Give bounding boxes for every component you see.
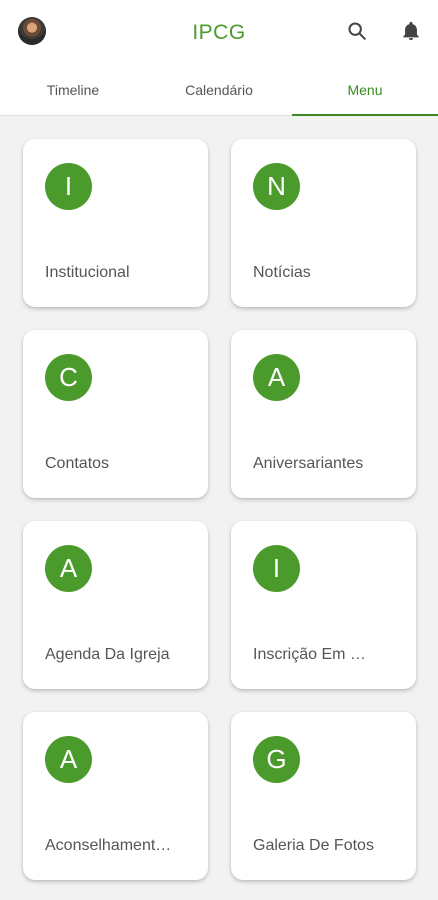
menu-card-agenda[interactable]: A Agenda Da Igreja — [23, 521, 208, 689]
menu-card-label: Agenda Da Igreja — [45, 646, 170, 663]
initial-badge: I — [253, 545, 300, 592]
menu-card-institucional[interactable]: I Institucional — [23, 139, 208, 307]
menu-card-label: Inscrição Em … — [253, 646, 366, 663]
initial-badge: I — [45, 163, 92, 210]
app-bar: IPCG — [0, 0, 438, 64]
tab-menu[interactable]: Menu — [292, 64, 438, 116]
bell-icon[interactable] — [398, 18, 424, 44]
menu-grid: I Institucional N Notícias C Contatos A … — [23, 139, 416, 880]
initial-badge: N — [253, 163, 300, 210]
menu-card-aconselhamento[interactable]: A Aconselhament… — [23, 712, 208, 880]
menu-card-contatos[interactable]: C Contatos — [23, 330, 208, 498]
menu-card-noticias[interactable]: N Notícias — [231, 139, 416, 307]
tab-timeline[interactable]: Timeline — [0, 64, 146, 115]
user-avatar[interactable] — [18, 17, 46, 45]
initial-badge: A — [253, 354, 300, 401]
initial-badge: A — [45, 545, 92, 592]
menu-card-label: Notícias — [253, 264, 311, 281]
menu-card-galeria[interactable]: G Galeria De Fotos — [231, 712, 416, 880]
tab-bar: Timeline Calendário Menu — [0, 64, 438, 116]
initial-badge: G — [253, 736, 300, 783]
menu-card-aniversariantes[interactable]: A Aniversariantes — [231, 330, 416, 498]
menu-card-inscricao[interactable]: I Inscrição Em … — [231, 521, 416, 689]
menu-card-label: Institucional — [45, 264, 130, 281]
initial-badge: A — [45, 736, 92, 783]
menu-card-label: Contatos — [45, 455, 110, 472]
app-title: IPCG — [192, 21, 246, 44]
menu-card-label: Aniversariantes — [253, 455, 364, 472]
menu-card-label: Galeria De Fotos — [253, 837, 374, 854]
menu-card-label: Aconselhament… — [45, 837, 172, 854]
search-icon[interactable] — [344, 18, 370, 44]
initial-badge: C — [45, 354, 92, 401]
tab-calendario[interactable]: Calendário — [146, 64, 292, 115]
